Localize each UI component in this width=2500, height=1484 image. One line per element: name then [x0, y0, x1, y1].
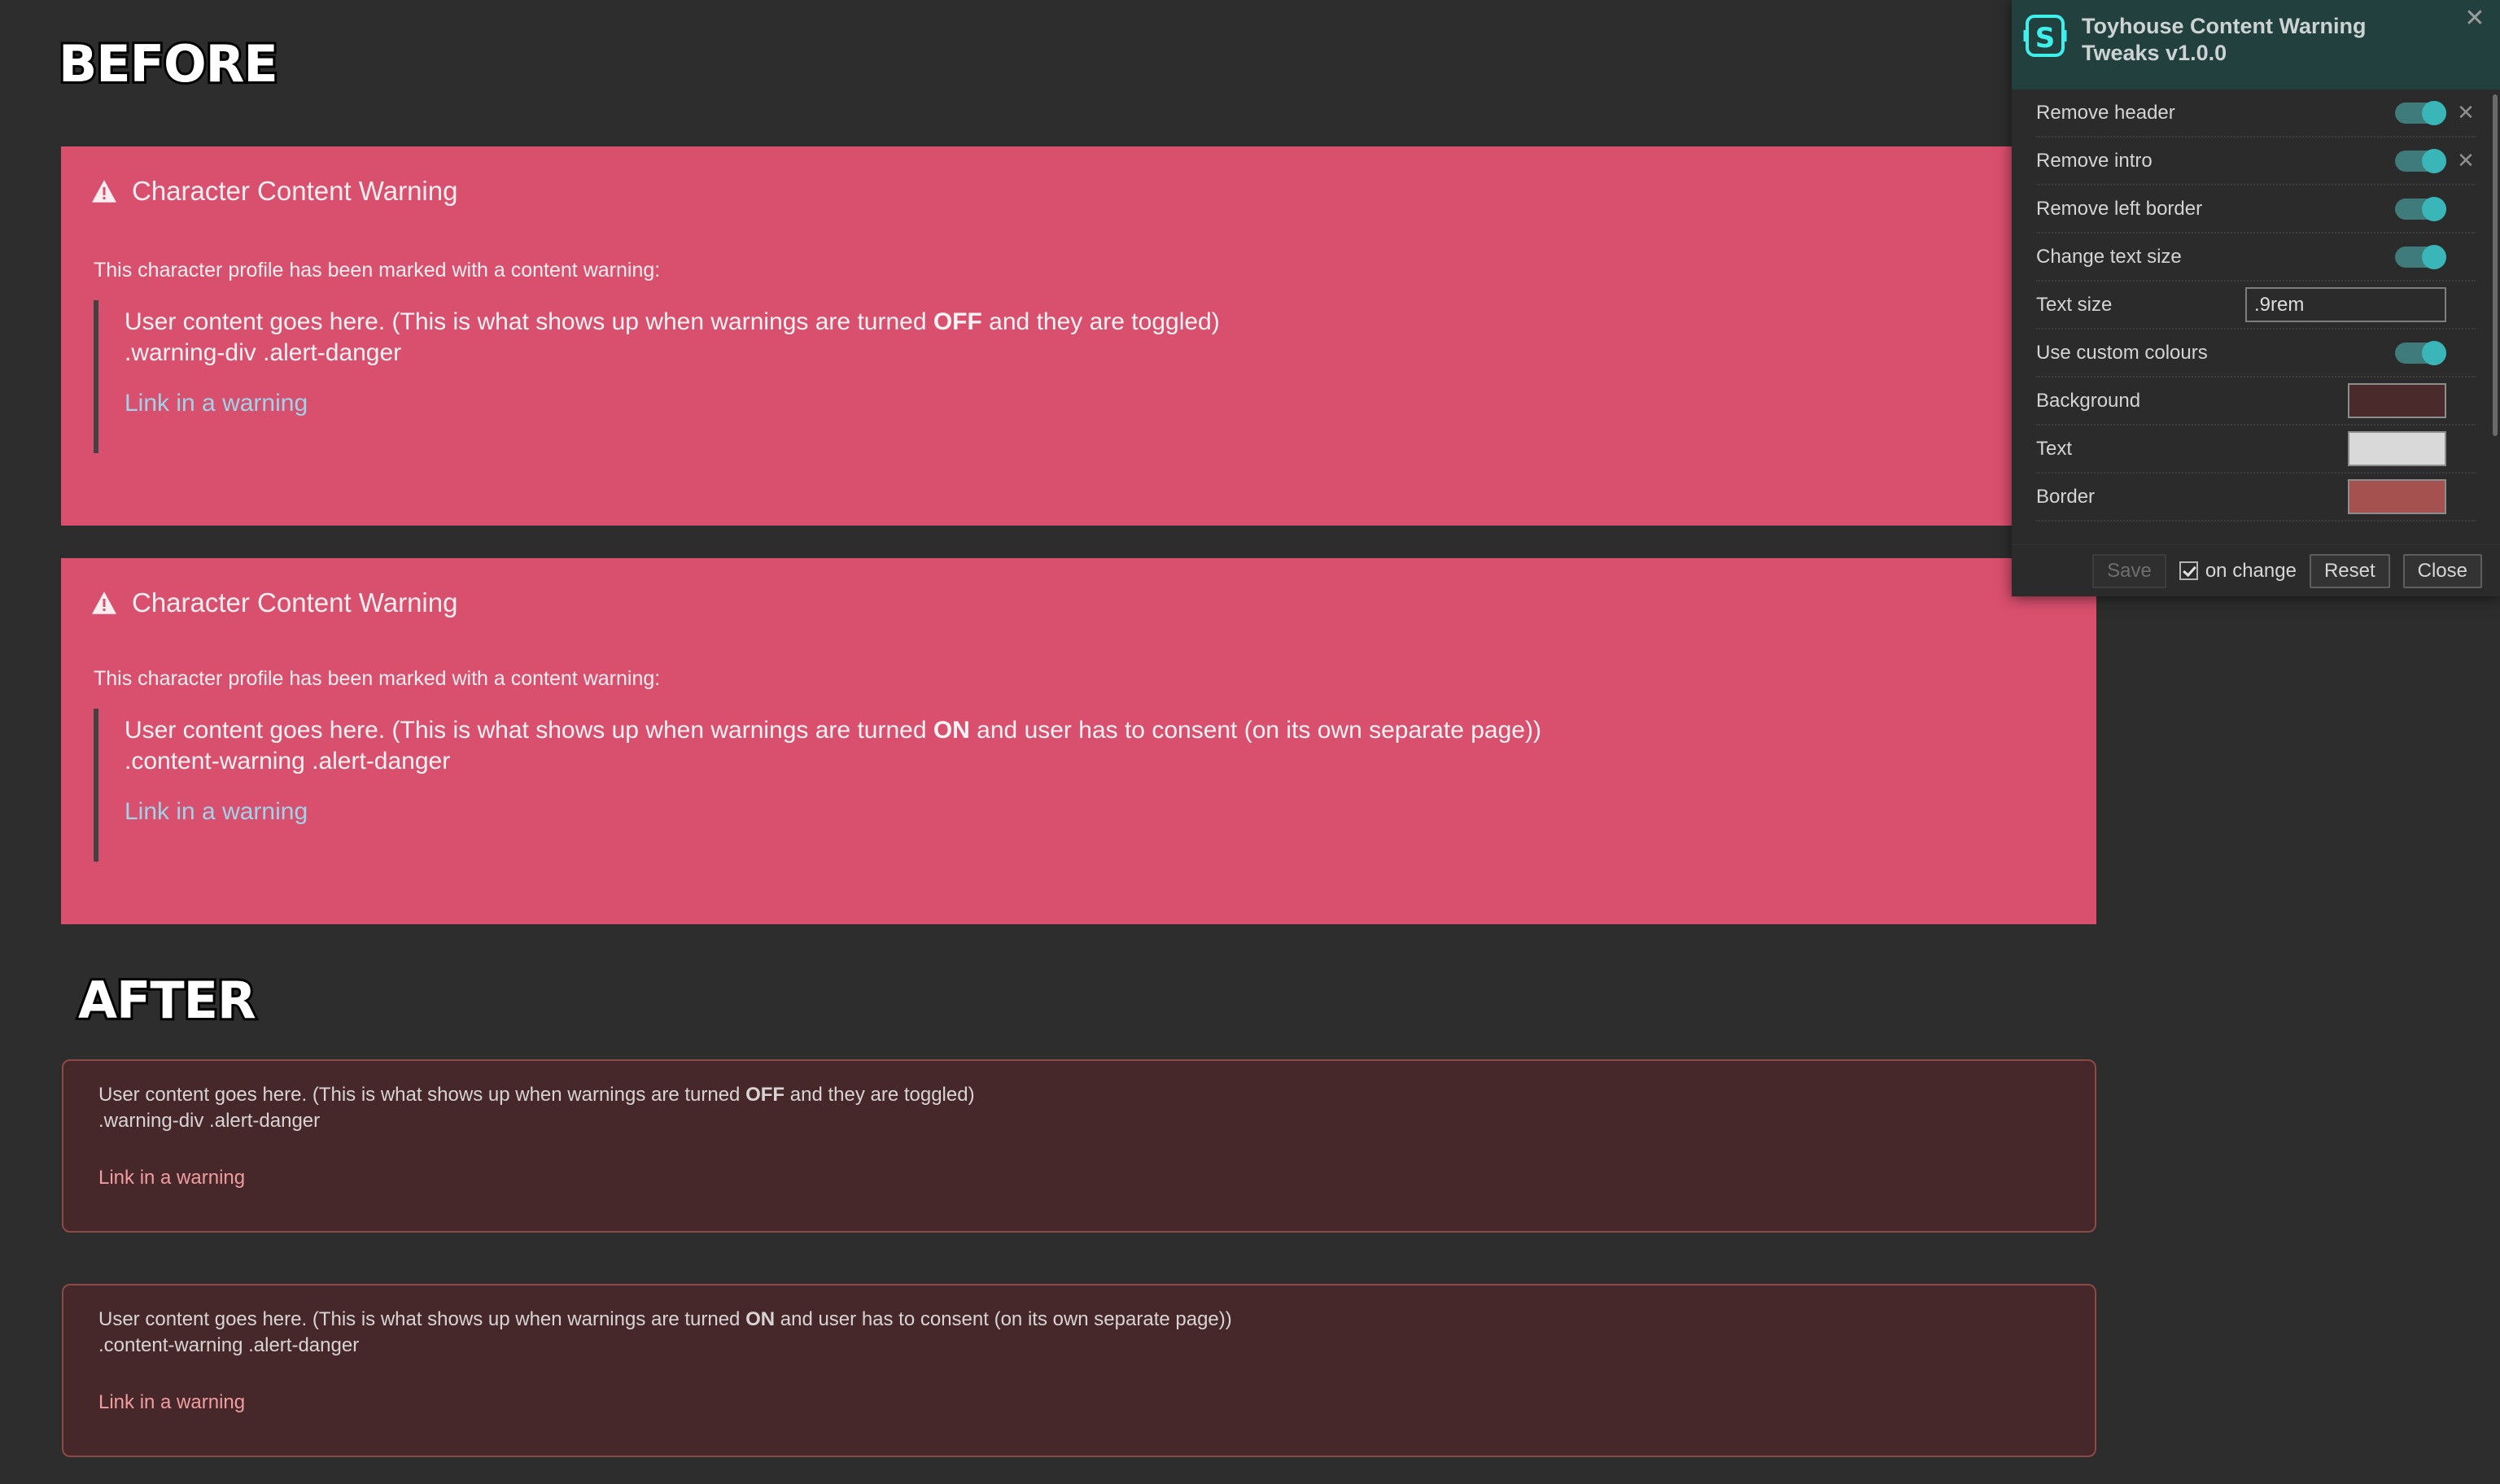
checkbox-box-icon: [2179, 561, 2198, 580]
content-warning-quote: User content goes here. (This is what sh…: [94, 709, 2096, 862]
before-warning-card-2: Character Content Warning This character…: [61, 558, 2096, 924]
panel-title: Toyhouse Content Warning Tweaks v1.0.0: [2082, 14, 2367, 66]
user-content-emphasis: OFF: [745, 1084, 785, 1106]
colour-swatch-background[interactable]: [2348, 383, 2446, 418]
user-content-part1: User content goes here. (This is what sh…: [98, 1308, 746, 1330]
user-content-part1: User content goes here. (This is what sh…: [98, 1084, 746, 1106]
stylus-s-logo-icon: S: [2023, 15, 2067, 57]
option-controls: [2395, 244, 2476, 269]
content-warning-header: Character Content Warning: [61, 558, 2096, 618]
option-controls: [2348, 383, 2476, 418]
before-section-heading: BEFORE: [56, 32, 281, 96]
option-label: Change text size: [2036, 245, 2182, 268]
after-section-heading: AFTER: [76, 968, 259, 1032]
save-button[interactable]: Save: [2092, 553, 2166, 588]
page-root: BEFORE Character Content Warning This ch…: [0, 0, 2500, 1484]
after-card-body: User content goes here. (This is what sh…: [63, 1285, 2095, 1414]
content-warning-intro: This character profile has been marked w…: [94, 259, 661, 282]
option-controls: ✕: [2395, 100, 2476, 125]
warning-link[interactable]: Link in a warning: [125, 798, 308, 826]
toggle-remove-header[interactable]: [2395, 100, 2446, 125]
option-label: Text size: [2036, 293, 2113, 316]
after-warning-card-2: User content goes here. (This is what sh…: [62, 1284, 2096, 1457]
user-content-text: User content goes here. (This is what sh…: [98, 1082, 2095, 1108]
panel-header: S Toyhouse Content Warning Tweaks v1.0.0…: [2012, 0, 2500, 89]
option-row-use-custom-colours[interactable]: Use custom colours: [2036, 330, 2476, 378]
toggle-remove-left-border[interactable]: [2395, 196, 2446, 221]
content-warning-title: Character Content Warning: [132, 587, 458, 618]
reset-button[interactable]: Reset: [2309, 553, 2390, 588]
text-size-input[interactable]: [2245, 287, 2446, 322]
user-content-part2: and they are toggled): [981, 308, 1220, 335]
user-content-emphasis: ON: [745, 1308, 776, 1330]
close-button[interactable]: Close: [2402, 553, 2482, 588]
toggle-change-text-size[interactable]: [2395, 244, 2446, 269]
warning-link[interactable]: Link in a warning: [98, 1391, 245, 1414]
option-controls: [2395, 340, 2476, 365]
option-row-border-colour[interactable]: Border: [2036, 474, 2476, 522]
css-selector-label: .content-warning .alert-danger: [125, 747, 451, 775]
option-row-remove-header[interactable]: Remove header ✕: [2036, 89, 2476, 137]
option-controls: [2348, 431, 2476, 466]
option-row-change-text-size[interactable]: Change text size: [2036, 234, 2476, 282]
user-content-part2: and user has to consent (on its own sepa…: [775, 1308, 1232, 1330]
option-label: Text: [2036, 437, 2073, 460]
save-on-change-checkbox[interactable]: on change: [2179, 560, 2297, 583]
option-controls: [2348, 479, 2476, 514]
option-row-text-size[interactable]: Text size: [2036, 282, 2476, 330]
svg-text:S: S: [2035, 22, 2056, 55]
remove-option-icon[interactable]: ✕: [2456, 103, 2476, 124]
panel-footer: Save on change Reset Close: [2012, 544, 2500, 596]
warning-link[interactable]: Link in a warning: [125, 390, 308, 417]
option-label: Remove left border: [2036, 197, 2203, 220]
save-on-change-label: on change: [2205, 559, 2297, 582]
option-controls: [2395, 196, 2476, 221]
css-selector-label: .warning-div .alert-danger: [125, 338, 402, 366]
close-icon[interactable]: ✕: [2461, 5, 2489, 33]
user-content-part1: User content goes here. (This is what sh…: [125, 308, 933, 335]
option-row-background-colour[interactable]: Background: [2036, 378, 2476, 426]
content-warning-header: Character Content Warning: [61, 146, 2076, 207]
option-controls: ✕: [2395, 148, 2476, 173]
user-content-part2: and they are toggled): [785, 1084, 975, 1106]
panel-scrollbar[interactable]: [2493, 94, 2498, 436]
content-warning-quote: User content goes here. (This is what sh…: [94, 300, 2076, 453]
option-row-text-colour[interactable]: Text: [2036, 426, 2476, 474]
option-label: Use custom colours: [2036, 341, 2208, 364]
warning-triangle-icon: [92, 591, 116, 614]
user-content-text: User content goes here. (This is what sh…: [125, 300, 2076, 338]
after-warning-card-1: User content goes here. (This is what sh…: [62, 1059, 2096, 1233]
toggle-use-custom-colours[interactable]: [2395, 340, 2446, 365]
remove-option-icon[interactable]: ✕: [2456, 151, 2476, 172]
option-row-remove-left-border[interactable]: Remove left border: [2036, 186, 2476, 234]
option-controls: [2245, 287, 2476, 322]
before-warning-card-1: Character Content Warning This character…: [61, 146, 2076, 526]
content-warning-title: Character Content Warning: [132, 176, 458, 206]
warning-link[interactable]: Link in a warning: [98, 1167, 245, 1189]
option-label: Background: [2036, 389, 2141, 412]
stylus-settings-panel: S Toyhouse Content Warning Tweaks v1.0.0…: [2012, 0, 2500, 596]
option-label: Remove intro: [2036, 149, 2153, 172]
option-label: Remove header: [2036, 101, 2175, 124]
css-selector-label: .content-warning .alert-danger: [98, 1333, 360, 1356]
content-warning-intro: This character profile has been marked w…: [94, 667, 661, 690]
colour-swatch-border[interactable]: [2348, 479, 2446, 514]
user-content-emphasis: OFF: [933, 308, 982, 335]
panel-options-list: Remove header ✕ Remove intro ✕ Remove le…: [2012, 89, 2500, 544]
user-content-part2: and user has to consent (on its own sepa…: [969, 717, 1541, 744]
user-content-text: User content goes here. (This is what sh…: [98, 1307, 2095, 1333]
user-content-text: User content goes here. (This is what sh…: [125, 709, 2096, 746]
css-selector-label: .warning-div .alert-danger: [98, 1109, 321, 1132]
user-content-part1: User content goes here. (This is what sh…: [125, 717, 933, 744]
colour-swatch-text[interactable]: [2348, 431, 2446, 466]
warning-triangle-icon: [92, 180, 116, 203]
option-label: Border: [2036, 485, 2096, 508]
user-content-emphasis: ON: [933, 717, 970, 744]
option-row-remove-intro[interactable]: Remove intro ✕: [2036, 137, 2476, 186]
toggle-remove-intro[interactable]: [2395, 148, 2446, 173]
after-card-body: User content goes here. (This is what sh…: [63, 1061, 2095, 1189]
